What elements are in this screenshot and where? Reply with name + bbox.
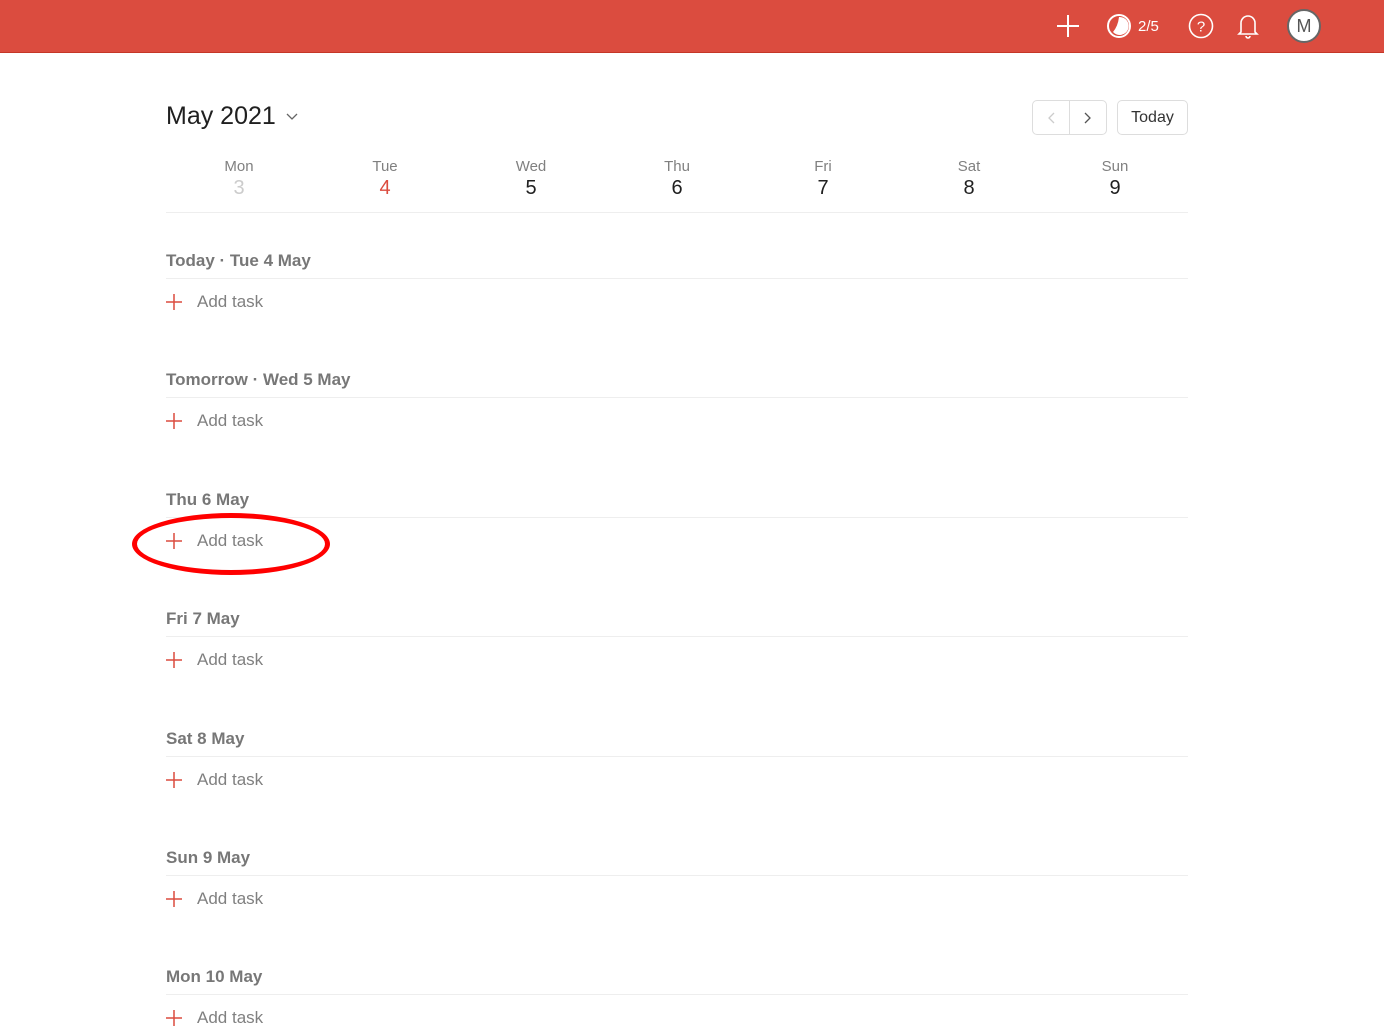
day-tue[interactable]: Tue 4	[312, 158, 458, 212]
week-navigation	[1032, 100, 1107, 135]
day-name: Thu	[664, 158, 690, 175]
day-name: Wed	[515, 158, 547, 175]
help-button[interactable]: ?	[1188, 10, 1214, 42]
day-number: 7	[817, 177, 829, 199]
bell-icon	[1237, 15, 1259, 39]
day-name: Sat	[957, 158, 981, 175]
help-icon: ?	[1188, 13, 1214, 39]
section-title: Sat 8 May	[166, 729, 1188, 757]
add-task-label: Add task	[197, 650, 264, 670]
day-number: 3	[233, 177, 245, 199]
section-title: Sun 9 May	[166, 848, 1188, 876]
day-fri[interactable]: Fri 7	[750, 158, 896, 212]
productivity-icon	[1107, 14, 1131, 38]
next-week-button[interactable]	[1070, 101, 1106, 134]
day-section: Today · Tue 4 May Add task	[166, 251, 1188, 313]
section-title: Today · Tue 4 May	[166, 251, 1188, 279]
add-task-label: Add task	[197, 1008, 264, 1028]
add-task-button[interactable]: Add task	[166, 1007, 1188, 1029]
day-section: Sun 9 May Add task	[166, 848, 1188, 910]
plus-icon	[166, 652, 182, 669]
notifications-button[interactable]	[1236, 10, 1260, 42]
day-name: Tue	[372, 158, 398, 175]
day-section: Tomorrow · Wed 5 May Add task	[166, 370, 1188, 432]
day-number: 9	[1109, 177, 1121, 199]
add-task-label: Add task	[197, 769, 264, 789]
plus-icon	[166, 891, 182, 907]
day-number: 6	[671, 177, 683, 199]
plus-icon	[166, 294, 182, 310]
day-name: Mon	[224, 158, 254, 175]
svg-text:?: ?	[1197, 19, 1205, 36]
quick-add-button[interactable]	[1056, 10, 1080, 42]
previous-week-button[interactable]	[1033, 101, 1070, 134]
plus-icon	[1057, 15, 1079, 37]
day-number: 8	[963, 177, 975, 199]
day-thu[interactable]: Thu 6	[604, 158, 750, 212]
day-wed[interactable]: Wed 5	[458, 158, 604, 212]
today-button[interactable]: Today	[1117, 100, 1188, 135]
add-task-label: Add task	[197, 889, 264, 908]
section-title: Tomorrow · Wed 5 May	[166, 370, 1188, 399]
section-title: Mon 10 May	[166, 967, 1188, 996]
plus-icon	[166, 532, 182, 549]
day-sun[interactable]: Sun 9	[1042, 158, 1188, 212]
day-number: 5	[525, 177, 537, 199]
karma-button[interactable]: 2/5	[1106, 10, 1159, 42]
add-task-button[interactable]: Add task	[166, 649, 1188, 671]
karma-count: 2/5	[1138, 17, 1159, 35]
chevron-right-icon	[1084, 112, 1091, 123]
day-name: Sun	[1101, 158, 1129, 175]
top-bar: 2/5 ? M	[0, 0, 1384, 53]
month-title: May 2021	[166, 102, 276, 130]
day-section: Thu 6 May Add task	[166, 490, 1188, 552]
day-section: Sat 8 May Add task	[166, 729, 1188, 791]
plus-icon	[166, 413, 182, 430]
plus-icon	[166, 1010, 182, 1027]
day-section: Fri 7 May Add task	[166, 609, 1188, 671]
chevron-down-icon	[286, 113, 298, 120]
add-task-button[interactable]: Add task	[166, 769, 1188, 791]
plus-icon	[166, 771, 182, 788]
add-task-button[interactable]: Add task	[166, 291, 1188, 313]
add-task-label: Add task	[197, 530, 264, 550]
day-section: Mon 10 May Add task	[166, 967, 1188, 1029]
day-name: Fri	[814, 158, 832, 175]
day-sat[interactable]: Sat 8	[896, 158, 1042, 212]
chevron-left-icon	[1048, 112, 1055, 123]
avatar[interactable]: M	[1287, 9, 1321, 43]
add-task-button[interactable]: Add task	[166, 888, 1188, 910]
section-title: Thu 6 May	[166, 490, 1188, 518]
day-number: 4	[379, 177, 391, 199]
month-picker[interactable]: May 2021	[166, 102, 298, 131]
add-task-button[interactable]: Add task	[166, 530, 1188, 552]
day-mon[interactable]: Mon 3	[166, 158, 312, 212]
add-task-label: Add task	[197, 292, 264, 311]
week-strip: Mon 3 Tue 4 Wed 5 Thu 6 Fri 7 Sat 8 Sun 9	[166, 158, 1188, 213]
add-task-button[interactable]: Add task	[166, 410, 1188, 432]
add-task-label: Add task	[197, 411, 264, 431]
section-title: Fri 7 May	[166, 609, 1188, 638]
